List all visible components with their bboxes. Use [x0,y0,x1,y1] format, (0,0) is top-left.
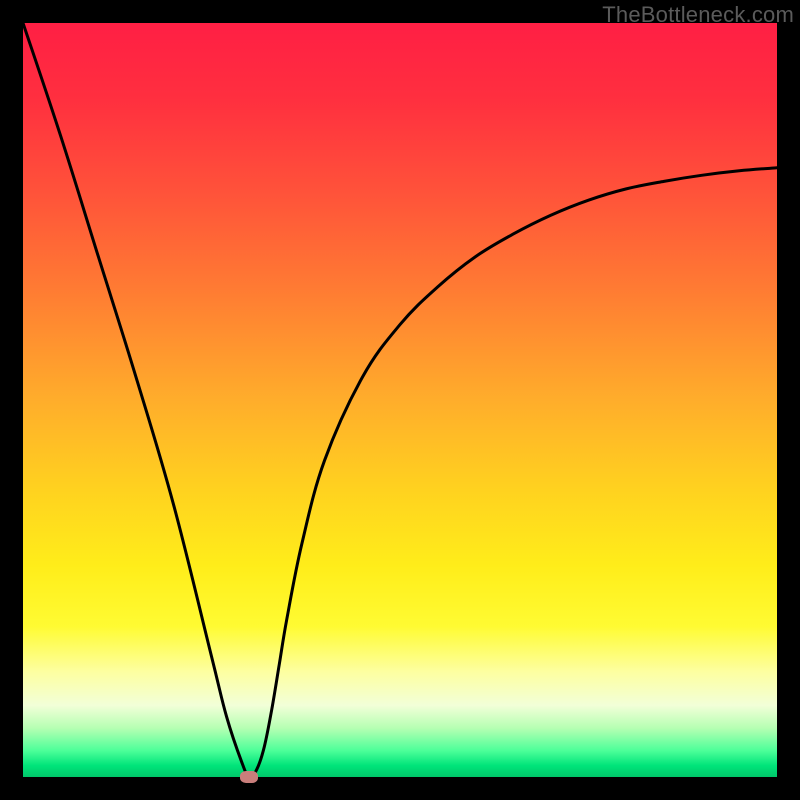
optimal-point-marker [240,771,258,783]
bottleneck-chart [23,23,777,777]
watermark-text: TheBottleneck.com [602,2,794,28]
plot-area [23,23,777,777]
gradient-background [23,23,777,777]
